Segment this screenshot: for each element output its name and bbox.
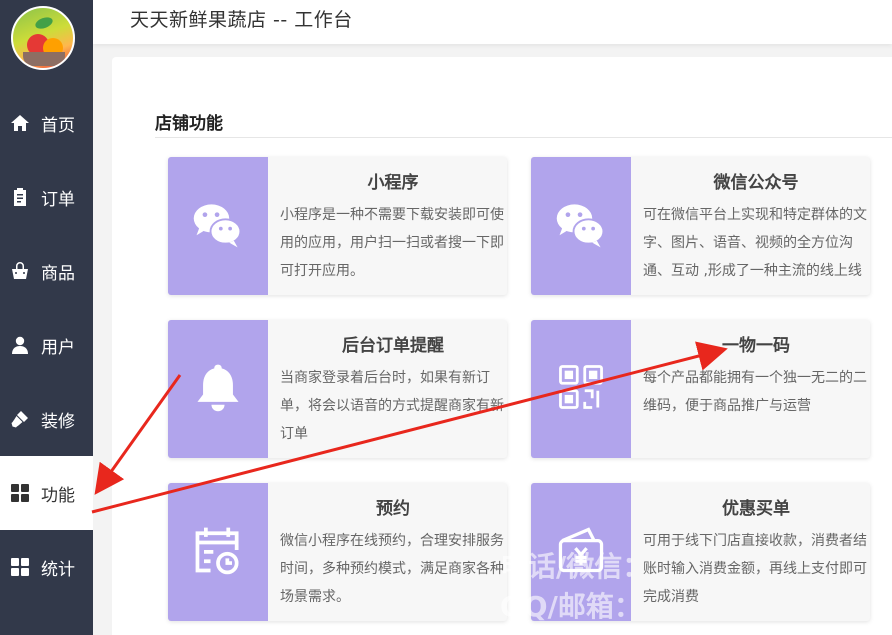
sidebar-item-users[interactable]: 用户 (0, 308, 93, 382)
sidebar-item-statistics[interactable]: 统计 (0, 530, 93, 604)
section-divider (155, 137, 892, 138)
sidebar-item-products[interactable]: 商品 (0, 234, 93, 308)
sidebar-item-label: 统计 (41, 559, 75, 580)
card-title: 优惠买单 (722, 499, 790, 519)
paint-roller-icon (9, 408, 31, 430)
feature-card-mini-program[interactable]: 小程序 小程序是一种不需要下载安装即可使用的应用，用户扫一扫或者搜一下即可打开应… (168, 157, 507, 295)
bell-icon (190, 359, 246, 419)
sidebar-item-label: 首页 (41, 115, 75, 136)
feature-card-official-account[interactable]: 微信公众号 可在微信平台上实现和特定群体的文字、图片、语音、视频的全方位沟通、互… (531, 157, 870, 295)
card-description: 微信小程序在线预约，合理安排服务时间，多种预约模式，满足商家各种场景需求。 (280, 533, 504, 605)
sidebar-item-label: 装修 (41, 411, 75, 432)
card-title: 微信公众号 (713, 173, 799, 193)
top-bar: 天天新鲜果蔬店 -- 工作台 (93, 0, 892, 44)
grid-stats-icon (9, 556, 31, 578)
card-icon-area (168, 320, 268, 458)
feature-card-order-alert[interactable]: 后台订单提醒 当商家登录着后台时，如果有新订单，将会以语音的方式提醒商家有新订单 (168, 320, 507, 458)
card-icon-area (168, 157, 268, 295)
calendar-clock-icon (190, 522, 246, 582)
card-icon-area (531, 157, 631, 295)
feature-card-reservation[interactable]: 预约 微信小程序在线预约，合理安排服务时间，多种预约模式，满足商家各种场景需求。 (168, 483, 507, 621)
shopping-bag-icon (9, 260, 31, 282)
qrcode-icon (553, 359, 609, 419)
card-icon-area (531, 483, 631, 621)
sidebar-item-orders[interactable]: 订单 (0, 160, 93, 234)
card-description: 每个产品都能拥有一个独一无二的二维码，便于商品推广与运营 (643, 370, 867, 414)
section-title: 店铺功能 (155, 114, 223, 134)
sidebar-item-home[interactable]: 首页 (0, 86, 93, 160)
card-description: 可用于线下门店直接收款，消费者结账时输入消费金额，再线上支付即可完成消费 (643, 533, 867, 605)
card-title: 一物一码 (722, 336, 790, 356)
sidebar-item-features[interactable]: 功能 (0, 456, 93, 530)
sidebar-item-label: 功能 (41, 485, 75, 506)
wallet-yen-icon (553, 522, 609, 582)
card-title: 后台订单提醒 (342, 336, 444, 356)
features-panel: 店铺功能 小程序 小程序是一种不需要下载安装即可使用的应用，用户扫一扫或者搜一下… (112, 57, 892, 635)
card-description: 可在微信平台上实现和特定群体的文字、图片、语音、视频的全方位沟通、互动 ,形成了… (643, 207, 867, 279)
card-description: 当商家登录着后台时，如果有新订单，将会以语音的方式提醒商家有新订单 (280, 370, 504, 442)
card-icon-area (168, 483, 268, 621)
sidebar-item-label: 用户 (41, 337, 75, 358)
card-title: 预约 (376, 499, 410, 519)
card-icon-area (531, 320, 631, 458)
grid-icon (9, 482, 31, 504)
user-icon (9, 334, 31, 356)
card-title: 小程序 (367, 173, 419, 193)
home-icon (9, 112, 31, 134)
page-title: 天天新鲜果蔬店 -- 工作台 (130, 9, 353, 31)
feature-card-discount-payment[interactable]: 优惠买单 可用于线下门店直接收款，消费者结账时输入消费金额，再线上支付即可完成消… (531, 483, 870, 621)
store-avatar[interactable] (11, 6, 75, 70)
wechat-icon (190, 196, 246, 256)
clipboard-icon (9, 186, 31, 208)
feature-card-one-item-one-code[interactable]: 一物一码 每个产品都能拥有一个独一无二的二维码，便于商品推广与运营 (531, 320, 870, 458)
sidebar-item-decoration[interactable]: 装修 (0, 382, 93, 456)
sidebar-item-label: 商品 (41, 263, 75, 284)
sidebar-item-label: 订单 (41, 189, 75, 210)
sidebar: 首页 订单 商品 用户 装修 功能 统计 (0, 0, 93, 635)
card-description: 小程序是一种不需要下载安装即可使用的应用，用户扫一扫或者搜一下即可打开应用。 (280, 207, 504, 279)
wechat-icon (553, 196, 609, 256)
